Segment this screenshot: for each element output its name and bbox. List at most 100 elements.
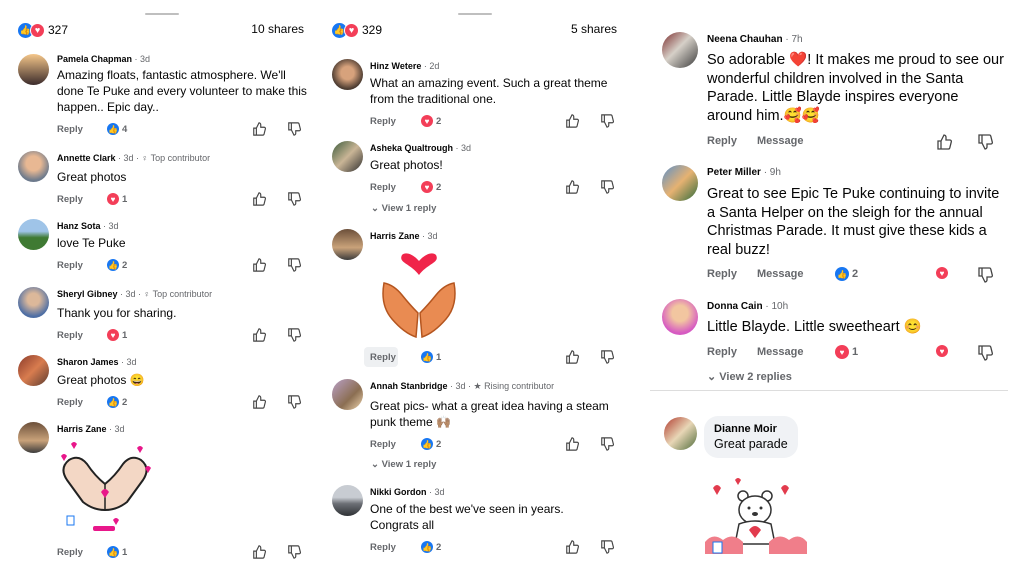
comment-author[interactable]: Peter Miller · 9h — [707, 167, 781, 178]
comment-author[interactable]: Neena Chauhan · 7h — [707, 34, 803, 45]
comment-author[interactable]: Annette Clark · 3d · ♀ Top contributor — [57, 153, 210, 163]
drag-handle[interactable] — [458, 13, 492, 15]
reaction-count[interactable]: 👍 2 — [421, 438, 441, 450]
reaction-count[interactable]: ♥ 1 — [107, 193, 127, 205]
comment-author[interactable]: Donna Cain · 10h — [707, 301, 788, 312]
thumbs-up-icon[interactable] — [252, 192, 266, 206]
thumbs-down-icon[interactable] — [287, 328, 301, 342]
thumbs-up-icon[interactable] — [565, 114, 579, 128]
view-replies-link[interactable]: ⌄ View 2 replies — [707, 370, 792, 383]
comment-author[interactable]: Harris Zane · 3d — [370, 231, 438, 241]
thumbs-down-icon[interactable] — [600, 437, 614, 451]
view-replies-link[interactable]: ⌄ View 1 reply — [371, 203, 436, 214]
reaction-count[interactable]: 👍 2 — [107, 259, 127, 271]
thumbs-down-icon[interactable] — [287, 122, 301, 136]
thumbs-up-icon[interactable] — [252, 328, 266, 342]
reaction-count[interactable]: 👍 2 — [421, 541, 441, 553]
thumbs-down-icon[interactable] — [977, 134, 993, 150]
reply-button[interactable]: Reply — [370, 542, 396, 553]
thumbs-down-icon[interactable] — [600, 180, 614, 194]
avatar[interactable] — [18, 151, 49, 182]
reply-button[interactable]: Reply — [57, 260, 83, 271]
comment-author[interactable]: Asheka Qualtrough · 3d — [370, 143, 471, 153]
reply-button[interactable]: Reply — [57, 194, 83, 205]
comment-author[interactable]: Sharon James · 3d — [57, 357, 137, 367]
reply-button[interactable]: Reply — [370, 439, 396, 450]
reply-button[interactable]: Reply — [707, 346, 737, 358]
thumbs-up-icon[interactable] — [565, 540, 579, 554]
thumbs-up-icon[interactable] — [252, 545, 266, 559]
avatar[interactable] — [18, 287, 49, 318]
avatar[interactable] — [662, 299, 698, 335]
reaction-count[interactable]: ♥ 2 — [421, 115, 441, 127]
reaction-count[interactable]: ♥ 1 — [107, 329, 127, 341]
comment-author[interactable]: Annah Stanbridge · 3d · ★ Rising contrib… — [370, 381, 554, 392]
thumbs-up-icon[interactable] — [252, 122, 266, 136]
avatar[interactable] — [332, 141, 363, 172]
reply-button[interactable]: Reply — [57, 124, 83, 135]
thumbs-down-icon[interactable] — [287, 545, 301, 559]
avatar[interactable] — [664, 417, 697, 450]
message-button[interactable]: Message — [757, 268, 803, 280]
reaction-count[interactable]: 👍 4 — [107, 123, 127, 135]
reply-button[interactable]: Reply — [57, 397, 83, 408]
thumbs-up-icon[interactable] — [565, 350, 579, 364]
comment-author[interactable]: Pamela Chapman · 3d — [57, 54, 150, 64]
shares-count[interactable]: 10 shares — [251, 22, 304, 36]
thumbs-down-icon[interactable] — [600, 350, 614, 364]
thumbs-down-icon[interactable] — [287, 258, 301, 272]
view-replies-link[interactable]: ⌄ View 1 reply — [371, 459, 436, 470]
thumbs-up-icon[interactable] — [252, 395, 266, 409]
reply-button[interactable]: Reply — [707, 135, 737, 147]
comment-author[interactable]: Sheryl Gibney · 3d · ♀ Top contributor — [57, 289, 212, 299]
comment-author[interactable]: Hinz Wetere · 2d — [370, 61, 439, 71]
reaction-icons: 👍 ♥ — [332, 22, 359, 38]
comment-author[interactable]: Dianne Moir — [714, 423, 788, 435]
avatar[interactable] — [662, 32, 698, 68]
like-icon: 👍 — [421, 438, 433, 450]
reaction-count[interactable]: 👍 1 — [421, 351, 441, 363]
reply-button[interactable]: Reply — [57, 330, 83, 341]
avatar[interactable] — [18, 219, 49, 250]
comment-author[interactable]: Hanz Sota · 3d — [57, 221, 119, 231]
avatar[interactable] — [18, 355, 49, 386]
reaction-count[interactable]: 👍 1 — [107, 546, 127, 558]
thumbs-down-icon[interactable] — [287, 395, 301, 409]
reaction-count[interactable]: ♥ 2 — [421, 181, 441, 193]
thumbs-up-icon[interactable] — [565, 437, 579, 451]
comment-author[interactable]: Nikki Gordon · 3d — [370, 487, 445, 497]
comment-author[interactable]: Harris Zane · 3d — [57, 424, 125, 434]
avatar[interactable] — [332, 379, 363, 410]
shares-count[interactable]: 5 shares — [571, 22, 617, 36]
avatar[interactable] — [332, 59, 363, 90]
thumbs-down-icon[interactable] — [600, 540, 614, 554]
reply-button[interactable]: Reply — [57, 547, 83, 558]
thumbs-down-icon[interactable] — [977, 345, 993, 361]
reaction-summary[interactable]: 👍 ♥ 329 — [332, 22, 382, 38]
message-button[interactable]: Message — [757, 346, 803, 358]
reply-button[interactable]: Reply — [707, 268, 737, 280]
thumbs-down-icon[interactable] — [977, 267, 993, 283]
thumbs-up-icon[interactable] — [936, 134, 952, 150]
thumbs-up-icon[interactable] — [565, 180, 579, 194]
avatar[interactable] — [18, 54, 49, 85]
drag-handle[interactable] — [145, 13, 179, 15]
avatar[interactable] — [662, 165, 698, 201]
thumbs-down-icon[interactable] — [287, 192, 301, 206]
avatar[interactable] — [332, 485, 363, 516]
reply-button[interactable]: Reply — [370, 352, 396, 363]
message-button[interactable]: Message — [757, 135, 803, 147]
reply-button[interactable]: Reply — [370, 116, 396, 127]
reaction-count[interactable]: 👍 2 — [107, 396, 127, 408]
avatar[interactable] — [18, 422, 49, 453]
love-react-button[interactable]: ♥ — [936, 345, 948, 357]
avatar[interactable] — [332, 229, 363, 260]
reaction-count[interactable]: ♥ 1 — [835, 345, 858, 359]
reaction-summary[interactable]: 👍 ♥ 327 — [18, 22, 68, 38]
thumbs-down-icon[interactable] — [600, 114, 614, 128]
reply-button[interactable]: Reply — [370, 182, 396, 193]
love-react-button[interactable]: ♥ — [936, 267, 948, 279]
reaction-count[interactable]: 👍 2 — [835, 267, 858, 281]
hand-heart-sticker — [61, 442, 151, 531]
thumbs-up-icon[interactable] — [252, 258, 266, 272]
